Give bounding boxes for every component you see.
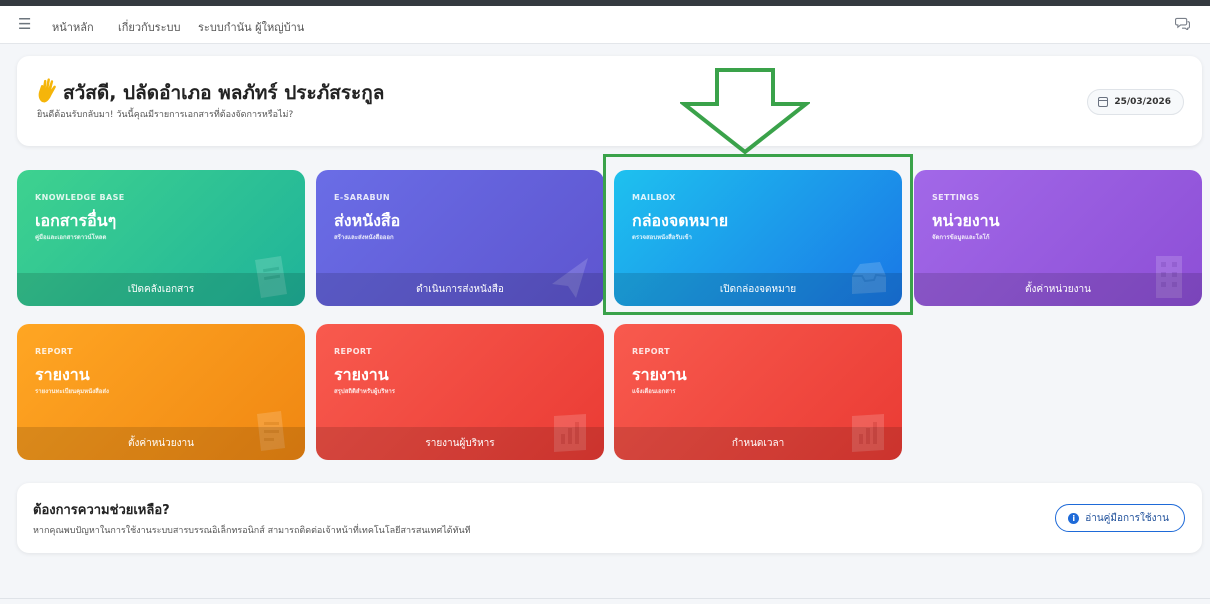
card-title: ส่งหนังสือ <box>334 211 401 230</box>
bottom-divider <box>0 598 1210 599</box>
welcome-subtitle: ยินดีต้อนรับกลับมา! วันนี้คุณมีรายการเอก… <box>37 110 294 120</box>
report-settings-button[interactable]: ตั้งค่าหน่วยงาน <box>17 427 305 460</box>
read-manual-label: อ่านคู่มือการใช้งาน <box>1085 512 1169 524</box>
welcome-title: สวัสดี, ปลัดอำเภอ พลภัทร์ ประภัสระกูล <box>63 82 385 104</box>
card-title: รายงาน <box>334 365 389 384</box>
welcome-panel: สวัสดี, ปลัดอำเภอ พลภัทร์ ประภัสระกูล ยิ… <box>17 56 1202 146</box>
card-report-alerts: REPORT รายงาน แจ้งเตือนเอกสาร กำหนดเวลา <box>614 324 902 460</box>
card-report-executive: REPORT รายงาน สรุปสถิติสำหรับผู้บริหาร ร… <box>316 324 604 460</box>
top-navbar: ☰ หน้าหลัก เกี่ยวกับระบบ ระบบกำนัน ผู้ให… <box>0 6 1210 44</box>
card-knowledge-base: KNOWLEDGE BASE เอกสารอื่นๆ คู่มือและเอกส… <box>17 170 305 306</box>
card-category: KNOWLEDGE BASE <box>35 193 125 202</box>
card-category: E-SARABUN <box>334 193 390 202</box>
card-e-sarabun: E-SARABUN ส่งหนังสือ สร้างและส่งหนังสืออ… <box>316 170 604 306</box>
read-manual-button[interactable]: i อ่านคู่มือการใช้งาน <box>1055 504 1185 532</box>
card-description: สร้างและส่งหนังสือออก <box>334 234 394 241</box>
info-icon: i <box>1068 512 1080 524</box>
card-category: REPORT <box>35 347 73 356</box>
card-category: SETTINGS <box>932 193 980 202</box>
executive-report-button[interactable]: รายงานผู้บริหาร <box>316 427 604 460</box>
card-category: REPORT <box>334 347 372 356</box>
card-category: REPORT <box>632 347 670 356</box>
annotation-arrow <box>680 68 810 154</box>
card-title: เอกสารอื่นๆ <box>35 211 117 230</box>
calendar-icon <box>1098 97 1109 107</box>
card-description: รายงานทะเบียนคุมหนังสือส่ง <box>35 388 109 395</box>
card-report-registry: REPORT รายงาน รายงานทะเบียนคุมหนังสือส่ง… <box>17 324 305 460</box>
card-title: รายงาน <box>35 365 90 384</box>
nav-link-village-headman[interactable]: ระบบกำนัน ผู้ใหญ่บ้าน <box>198 21 304 35</box>
card-description: คู่มือและเอกสารดาวน์โหลด <box>35 234 107 241</box>
date-badge: 25/03/2026 <box>1087 89 1184 115</box>
card-settings: SETTINGS หน่วยงาน จัดการข้อมูลและโลโก้ ต… <box>914 170 1202 306</box>
hamburger-icon[interactable]: ☰ <box>18 16 31 32</box>
send-letter-button[interactable]: ดำเนินการส่งหนังสือ <box>316 273 604 306</box>
help-subtitle: หากคุณพบปัญหาในการใช้งานระบบสารบรรณอิเล็… <box>33 526 471 536</box>
card-description: จัดการข้อมูลและโลโก้ <box>932 234 990 241</box>
nav-link-home[interactable]: หน้าหลัก <box>52 21 94 35</box>
help-title: ต้องการความช่วยเหลือ? <box>33 503 170 518</box>
unit-settings-button[interactable]: ตั้งค่าหน่วยงาน <box>914 273 1202 306</box>
chat-icon[interactable] <box>1175 17 1190 30</box>
card-title: หน่วยงาน <box>932 211 1000 230</box>
nav-link-about[interactable]: เกี่ยวกับระบบ <box>118 21 180 35</box>
card-title: รายงาน <box>632 365 687 384</box>
card-description: สรุปสถิติสำหรับผู้บริหาร <box>334 388 395 395</box>
schedule-button[interactable]: กำหนดเวลา <box>614 427 902 460</box>
waving-hand-icon <box>38 78 56 103</box>
help-panel: ต้องการความช่วยเหลือ? หากคุณพบปัญหาในการ… <box>17 483 1202 553</box>
current-date: 25/03/2026 <box>1114 97 1171 107</box>
card-description: แจ้งเตือนเอกสาร <box>632 388 676 395</box>
annotation-highlight-box <box>603 154 913 315</box>
open-documents-button[interactable]: เปิดคลังเอกสาร <box>17 273 305 306</box>
